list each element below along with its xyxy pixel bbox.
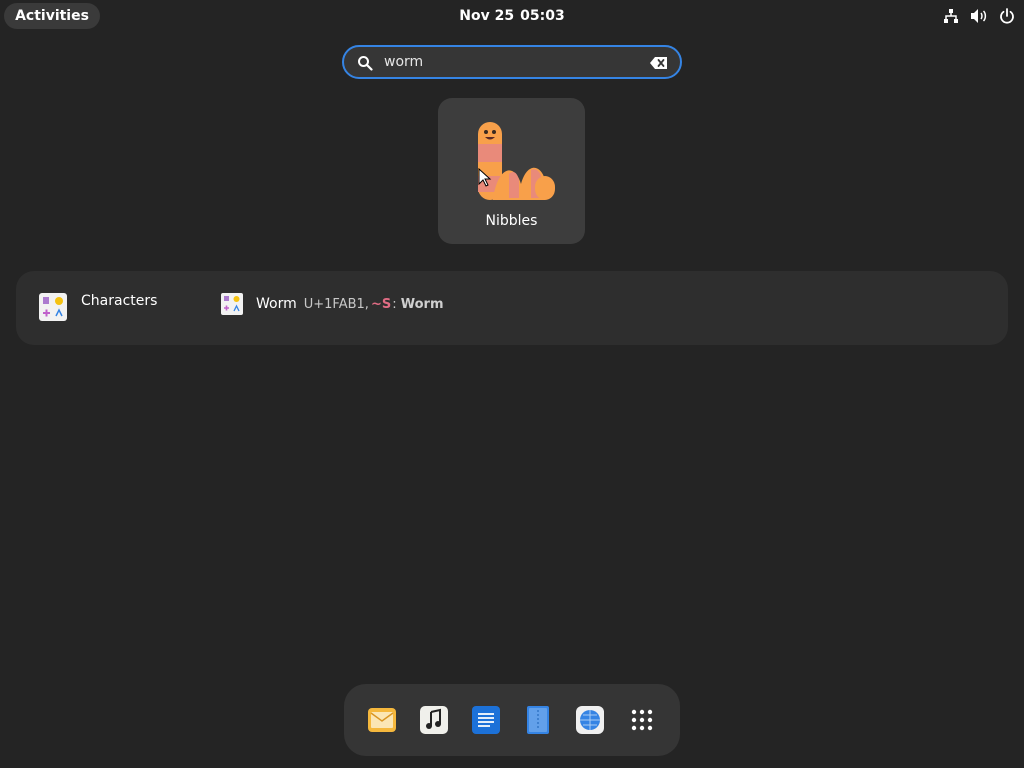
text-editor-icon[interactable] [470, 704, 502, 736]
mail-icon[interactable] [366, 704, 398, 736]
web-browser-icon[interactable] [574, 704, 606, 736]
app-label: Nibbles [485, 213, 538, 229]
network-icon[interactable] [942, 7, 960, 25]
search-provider-characters: Characters Worm U+1FAB1, ~S : Worm [16, 271, 1008, 345]
clock-time: 05:03 [520, 8, 565, 24]
result-separator: : [392, 296, 397, 312]
result-code: U+1FAB1, [303, 296, 369, 312]
clock-date: Nov 25 [459, 8, 515, 24]
system-tray[interactable] [942, 0, 1016, 32]
files-icon[interactable] [522, 704, 554, 736]
character-result-worm[interactable]: Worm U+1FAB1, ~S : Worm [221, 293, 444, 315]
result-description: U+1FAB1, ~S : Worm [304, 297, 444, 312]
volume-icon[interactable] [970, 7, 988, 25]
characters-result-icon [221, 293, 243, 315]
app-grid-icon[interactable] [626, 704, 658, 736]
result-title: Worm [256, 296, 297, 312]
search-icon [357, 55, 373, 71]
provider-name[interactable]: Characters [81, 293, 157, 309]
clock[interactable]: Nov 25 05:03 [412, 0, 612, 32]
worm-emoji-glyph: ~S [370, 296, 392, 312]
result-name: Worm [400, 296, 444, 312]
characters-app-icon[interactable] [39, 293, 67, 321]
power-icon[interactable] [998, 7, 1016, 25]
music-icon[interactable] [418, 704, 450, 736]
search-input[interactable] [384, 51, 634, 73]
app-result-nibbles[interactable]: Nibbles [438, 98, 585, 244]
activities-button[interactable]: Activities [4, 3, 100, 29]
dash [344, 684, 680, 756]
mouse-cursor-icon [478, 167, 492, 188]
clear-search-icon[interactable] [650, 55, 668, 69]
nibbles-worm-icon [475, 118, 559, 204]
top-bar: Activities Nov 25 05:03 [0, 0, 1024, 32]
search-entry[interactable] [342, 45, 682, 79]
